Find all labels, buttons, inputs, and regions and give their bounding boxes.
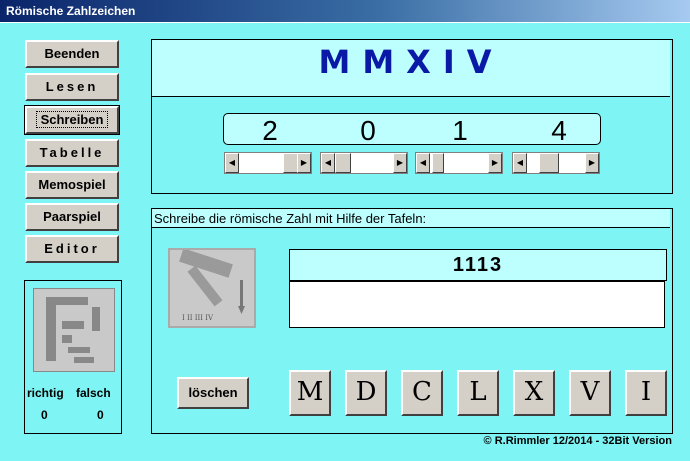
letter-i-button[interactable]: I [625, 370, 667, 416]
digit-thousands: 2 [262, 115, 278, 146]
richtig-label: richtig [27, 386, 64, 400]
schreiben-button[interactable]: Schreiben [24, 105, 120, 135]
scroll-thumb[interactable] [335, 153, 351, 173]
digit-hundreds: 0 [360, 115, 376, 146]
falsch-label: falsch [76, 386, 111, 400]
falsch-count: 0 [97, 408, 104, 422]
digit-display: 2 0 1 4 [223, 113, 601, 146]
lesen-button[interactable]: Lesen [25, 73, 119, 101]
letter-v-button[interactable]: V [569, 370, 611, 416]
letter-m-button[interactable]: M [289, 370, 331, 416]
thousands-scrollbar[interactable]: ◀ ▶ [224, 152, 312, 174]
scroll-left-icon[interactable]: ◀ [416, 153, 430, 173]
memospiel-button[interactable]: Memospiel [25, 171, 119, 199]
copyright-footer: © R.Rimmler 12/2014 - 32Bit Version [483, 435, 672, 447]
tools-icon-label: I II III IV [182, 314, 214, 322]
scroll-right-icon[interactable]: ▶ [488, 153, 502, 173]
roman-numeral-display: MMXIV [152, 40, 670, 97]
scroll-right-icon[interactable]: ▶ [585, 153, 599, 173]
clear-button[interactable]: löschen [177, 377, 249, 409]
scroll-right-icon[interactable]: ▶ [297, 153, 311, 173]
hammer-chisel-icon: I II III IV [168, 248, 256, 328]
score-panel: richtig falsch 0 0 [24, 280, 122, 434]
scroll-left-icon[interactable]: ◀ [513, 153, 527, 173]
digit-ones: 4 [551, 115, 567, 146]
digit-tens: 1 [452, 115, 468, 146]
instruction-bar: Schreibe die römische Zahl mit Hilfe der… [152, 209, 670, 228]
scroll-thumb[interactable] [539, 153, 559, 173]
scroll-left-icon[interactable]: ◀ [225, 153, 239, 173]
target-number: 1113 [289, 249, 667, 281]
instruction-text: Schreibe die römische Zahl mit Hilfe der… [154, 211, 427, 226]
scroll-left-icon[interactable]: ◀ [321, 153, 335, 173]
ones-scrollbar[interactable]: ◀ ▶ [512, 152, 600, 174]
answer-field[interactable] [289, 281, 665, 328]
paarspiel-button[interactable]: Paarspiel [25, 203, 119, 231]
tabelle-button[interactable]: Tabelle [25, 139, 119, 167]
scroll-thumb[interactable] [432, 153, 444, 173]
letter-x-button[interactable]: X [513, 370, 555, 416]
letter-d-button[interactable]: D [345, 370, 387, 416]
scroll-right-icon[interactable]: ▶ [393, 153, 407, 173]
window-title: Römische Zahlzeichen [6, 4, 136, 18]
richtig-count: 0 [41, 408, 48, 422]
score-icon [33, 288, 115, 372]
letter-l-button[interactable]: L [457, 370, 499, 416]
beenden-button[interactable]: Beenden [25, 40, 119, 68]
title-bar[interactable]: Römische Zahlzeichen [0, 0, 690, 22]
hundreds-scrollbar[interactable]: ◀ ▶ [320, 152, 408, 174]
letter-c-button[interactable]: C [401, 370, 443, 416]
editor-button[interactable]: Editor [25, 235, 119, 263]
schreiben-label: Schreiben [35, 111, 109, 128]
tens-scrollbar[interactable]: ◀ ▶ [415, 152, 503, 174]
